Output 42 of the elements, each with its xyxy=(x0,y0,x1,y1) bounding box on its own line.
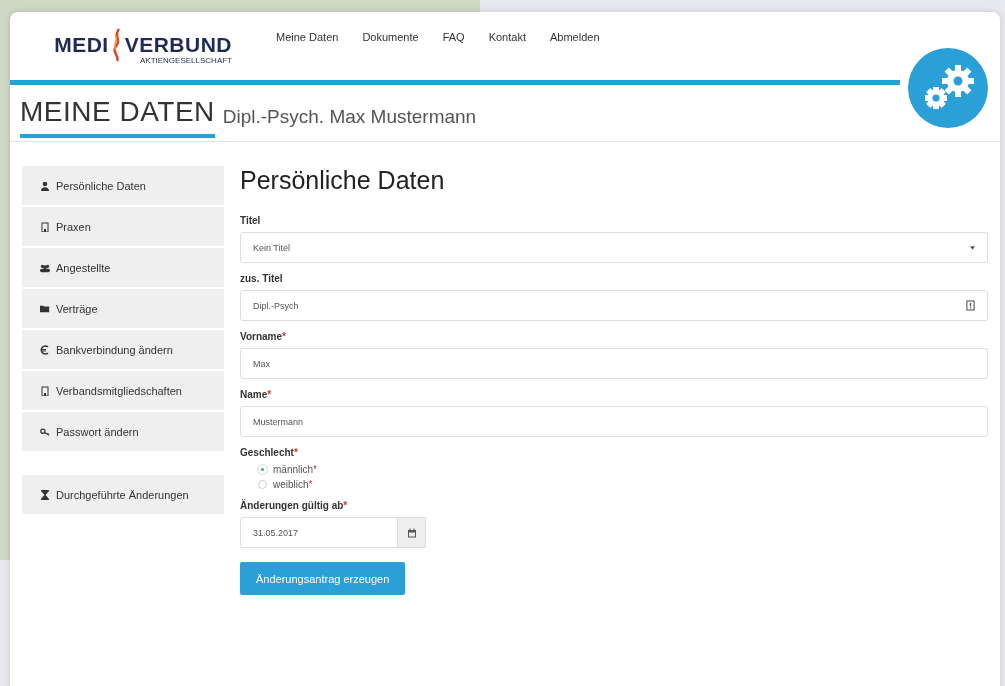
nav-link[interactable]: Kontakt xyxy=(488,31,526,43)
sidebar-item[interactable]: Angestellte xyxy=(22,248,224,287)
field-label: Vorname* xyxy=(240,331,287,342)
calendar-icon xyxy=(406,527,417,538)
nav-link[interactable]: Dokumente xyxy=(362,31,419,43)
user-name: Dipl.-Psych. Max Mustermann xyxy=(222,106,477,128)
radio-option[interactable]: männlich* xyxy=(258,464,988,475)
field-label: Titel xyxy=(240,215,262,226)
calendar-button[interactable] xyxy=(398,517,426,548)
logo[interactable]: MEDI VERBUND AKTIENGESELLSCHAFT xyxy=(22,27,232,65)
field-label: zus. Titel xyxy=(240,273,284,284)
sidebar-item[interactable]: Durchgeführte Änderungen xyxy=(22,475,224,514)
sidebar-item[interactable]: Verbandsmitgliedschaften xyxy=(22,371,224,410)
folder-icon xyxy=(40,303,50,314)
input-field[interactable]: Dipl.-Psych xyxy=(240,290,988,321)
key-icon xyxy=(40,426,50,437)
nav-link[interactable]: Meine Daten xyxy=(276,31,339,43)
sidebar-item[interactable]: Persönliche Daten xyxy=(22,166,224,205)
euro-icon xyxy=(40,344,50,355)
sidebar-item[interactable]: Praxen xyxy=(22,207,224,246)
date-field[interactable]: 31.05.2017 xyxy=(240,517,398,548)
field-label: Geschlecht* xyxy=(240,447,299,458)
gears-icon xyxy=(908,48,988,128)
input-field[interactable]: Max xyxy=(240,348,988,379)
user-icon xyxy=(40,180,50,191)
input-field[interactable]: Mustermann xyxy=(240,406,988,437)
sidebar-item[interactable]: Passwort ändern xyxy=(22,412,224,451)
radio-option[interactable]: weiblich* xyxy=(258,479,988,490)
caret-icon xyxy=(970,245,975,250)
building-icon xyxy=(40,221,50,232)
sidebar-item[interactable]: Bankverbindung ändern xyxy=(22,330,224,369)
building-icon xyxy=(40,385,50,396)
field-label: Name* xyxy=(240,389,273,400)
id-card-icon xyxy=(966,300,975,311)
field-label: Änderungen gültig ab* xyxy=(240,500,349,511)
page-title: MEINE DATEN xyxy=(20,88,215,138)
sidebar-item[interactable]: Verträge xyxy=(22,289,224,328)
nav-link[interactable]: FAQ xyxy=(442,31,465,43)
select-field[interactable]: Kein Titel xyxy=(240,232,988,263)
form-heading: Persönliche Daten xyxy=(240,166,446,195)
hourglass-icon xyxy=(40,489,50,500)
nav-link[interactable]: Abmelden xyxy=(549,31,600,43)
